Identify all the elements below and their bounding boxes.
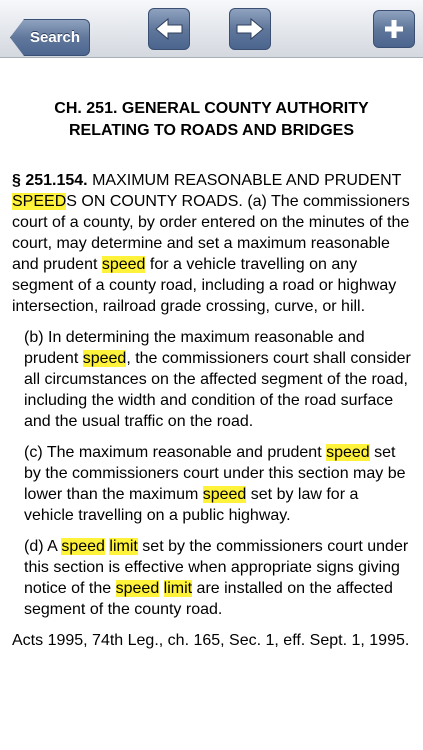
search-back-button[interactable]: Search bbox=[4, 9, 90, 56]
search-highlight: SPEED bbox=[12, 193, 67, 210]
section-number: § 251.154. bbox=[12, 172, 88, 189]
subsection-c: (c) The maximum reasonable and prudent s… bbox=[24, 442, 411, 526]
subsection-d-text: (d) A bbox=[24, 538, 62, 555]
arrow-left-icon bbox=[155, 17, 183, 41]
statute-content: CH. 251. GENERAL COUNTY AUTHORITY RELATI… bbox=[0, 98, 423, 651]
legislative-history: Acts 1995, 74th Leg., ch. 165, Sec. 1, e… bbox=[12, 632, 410, 649]
search-button-label: Search bbox=[10, 19, 90, 56]
search-highlight: speed bbox=[61, 538, 105, 555]
subsection-b: (b) In determining the maximum reasonabl… bbox=[24, 327, 411, 432]
add-button[interactable] bbox=[373, 10, 415, 48]
subsection-c-text: (c) The maximum reasonable and prudent bbox=[24, 444, 327, 461]
subsection-d-text bbox=[159, 580, 163, 597]
search-highlight: limit bbox=[163, 580, 193, 597]
search-highlight: limit bbox=[109, 538, 138, 555]
search-highlight: speed bbox=[82, 350, 127, 367]
section-heading-text: S ON COUNTY ROADS. bbox=[66, 193, 243, 210]
chapter-title: CH. 251. GENERAL COUNTY AUTHORITY RELATI… bbox=[54, 100, 369, 139]
back-button[interactable] bbox=[148, 8, 190, 50]
forward-button[interactable] bbox=[229, 8, 271, 50]
arrow-right-icon bbox=[236, 17, 264, 41]
search-highlight: speed bbox=[326, 444, 370, 461]
subsection-d: (d) A speed limit set by the commissione… bbox=[24, 536, 411, 620]
search-highlight: speed bbox=[115, 580, 160, 597]
top-toolbar: Search bbox=[0, 0, 423, 58]
section-heading-text: MAXIMUM REASONABLE AND PRUDENT bbox=[87, 172, 402, 189]
section-paragraph: § 251.154. MAXIMUM REASONABLE AND PRUDEN… bbox=[12, 170, 411, 317]
search-highlight: speed bbox=[202, 486, 247, 503]
plus-icon bbox=[385, 20, 403, 38]
search-highlight: speed bbox=[101, 256, 146, 273]
